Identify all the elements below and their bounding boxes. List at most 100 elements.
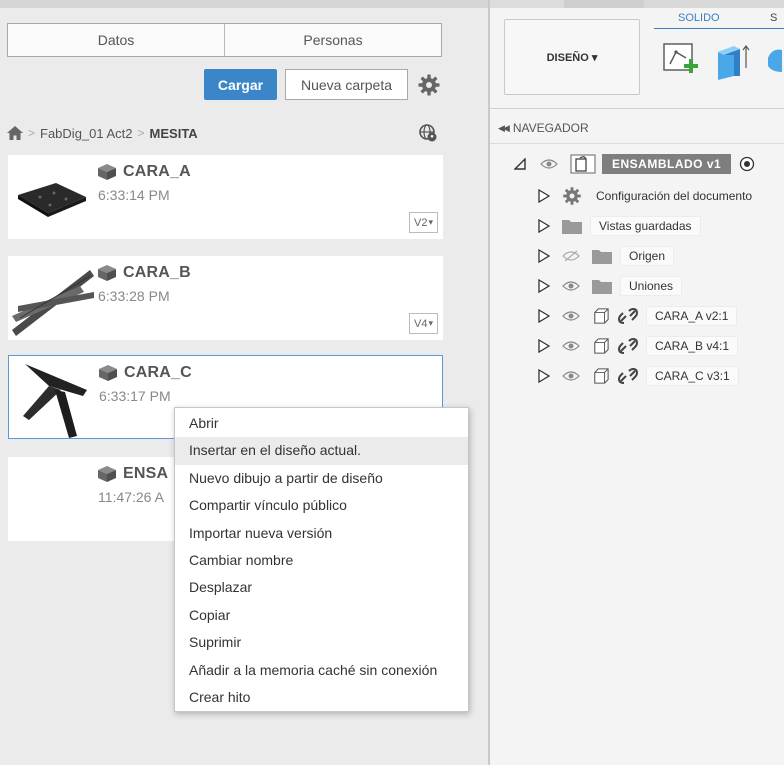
settings-gear-icon[interactable] <box>417 73 441 97</box>
menu-item-move[interactable]: Desplazar <box>175 574 468 601</box>
menu-item-offline-cache[interactable]: Añadir a la memoria caché sin conexión <box>175 657 468 684</box>
expand-triangle-icon[interactable] <box>538 189 550 203</box>
panel-tabs: Datos Personas <box>7 23 442 57</box>
component-cube-icon <box>98 164 116 180</box>
file-name: ENSA <box>123 465 169 482</box>
model-thumbnail <box>12 270 94 336</box>
file-name: CARA_B <box>123 264 191 281</box>
browser-item-label: Vistas guardadas <box>590 216 701 236</box>
home-icon[interactable] <box>7 126 23 140</box>
expand-triangle-icon[interactable] <box>538 219 550 233</box>
design-workspace: DISEÑO ▾ SOLIDO S ◀◀ NAVEGADOR ENSAMBLAD… <box>490 8 784 765</box>
gear-icon <box>563 187 581 205</box>
browser-item-label: Uniones <box>620 276 683 296</box>
browser-item-cara-c[interactable]: CARA_C v3:1 <box>538 364 739 388</box>
assembly-document-icon <box>570 154 596 174</box>
caret-down-icon: ▾ <box>428 217 433 227</box>
folder-icon <box>562 220 582 234</box>
menu-item-insert-into-design[interactable]: Insertar en el diseño actual. <box>175 437 468 465</box>
visibility-eye-icon[interactable] <box>562 370 580 382</box>
menu-item-share-public-link[interactable]: Compartir vínculo público <box>175 492 468 519</box>
browser-item-label: CARA_B v4:1 <box>646 336 739 356</box>
tab-personas[interactable]: Personas <box>224 24 441 56</box>
navigator-header[interactable]: ◀◀ NAVEGADOR <box>490 119 784 137</box>
root-node-label: ENSAMBLADO v1 <box>602 154 732 174</box>
browser-item-label: CARA_A v2:1 <box>646 306 738 326</box>
window-top-strip <box>0 0 784 8</box>
breadcrumb-chevron-icon: > <box>28 126 36 140</box>
model-thumbnail <box>23 364 87 438</box>
visibility-eye-icon[interactable] <box>562 280 580 292</box>
extrude-icon[interactable] <box>712 38 752 82</box>
tab-next[interactable]: S <box>770 12 777 24</box>
activate-radio-icon[interactable] <box>739 156 755 172</box>
expand-triangle-icon[interactable] <box>538 249 550 263</box>
upload-button[interactable]: Cargar <box>204 69 277 100</box>
globe-icon[interactable] <box>419 124 437 142</box>
tab-solid[interactable]: SOLIDO <box>678 12 720 24</box>
version-label: V2 <box>414 216 428 229</box>
browser-item-cara-a[interactable]: CARA_A v2:1 <box>538 304 738 328</box>
model-thumbnail <box>18 183 86 217</box>
component-box-icon <box>594 338 609 354</box>
breadcrumb-current-folder: MESITA <box>149 125 198 141</box>
expand-triangle-icon[interactable] <box>538 339 550 353</box>
navigator-title: NAVEGADOR <box>512 121 589 135</box>
link-icon <box>618 368 638 384</box>
version-label: V4 <box>414 317 428 330</box>
browser-item-saved-views[interactable]: Vistas guardadas <box>538 214 701 238</box>
menu-item-delete[interactable]: Suprimir <box>175 629 468 656</box>
hidden-eye-icon[interactable] <box>562 250 580 262</box>
browser-item-label: Configuración del documento <box>596 189 753 203</box>
file-timestamp: 6:33:14 PM <box>98 187 170 203</box>
file-timestamp: 6:33:17 PM <box>99 388 171 404</box>
tab-underline <box>654 28 784 29</box>
browser-item-cara-b[interactable]: CARA_B v4:1 <box>538 334 739 358</box>
file-timestamp: 11:47:26 A <box>98 489 164 505</box>
menu-item-open[interactable]: Abrir <box>175 410 468 437</box>
workspace-selector[interactable]: DISEÑO ▾ <box>504 19 640 95</box>
new-folder-button[interactable]: Nueva carpeta <box>285 69 408 100</box>
file-timestamp: 6:33:28 PM <box>98 288 170 304</box>
component-cube-icon <box>99 365 117 381</box>
folder-icon <box>592 250 612 264</box>
file-context-menu: Abrir Insertar en el diseño actual. Nuev… <box>174 407 469 712</box>
create-sketch-icon[interactable] <box>660 38 700 82</box>
component-box-icon <box>594 368 609 384</box>
expanded-triangle-icon[interactable] <box>514 158 526 170</box>
tab-datos[interactable]: Datos <box>8 24 224 56</box>
browser-root-node[interactable]: ENSAMBLADO v1 <box>514 152 755 176</box>
file-card-cara-a[interactable]: CARA_A 6:33:14 PM V2 ▾ <box>8 155 443 239</box>
navigator-divider <box>490 143 784 144</box>
version-dropdown[interactable]: V4 ▾ <box>409 313 438 334</box>
visibility-eye-icon[interactable] <box>562 310 580 322</box>
browser-item-origin[interactable]: Origen <box>538 244 675 268</box>
visibility-eye-icon[interactable] <box>562 340 580 352</box>
menu-item-rename[interactable]: Cambiar nombre <box>175 547 468 574</box>
browser-item-label: Origen <box>620 246 675 266</box>
expand-triangle-icon[interactable] <box>538 369 550 383</box>
browser-item-joints[interactable]: Uniones <box>538 274 683 298</box>
breadcrumb-project[interactable]: FabDig_01 Act2 <box>40 126 133 141</box>
browser-item-label: CARA_C v3:1 <box>646 366 739 386</box>
folder-icon <box>592 280 612 294</box>
visibility-eye-icon[interactable] <box>540 158 558 170</box>
ribbon-toolbar: DISEÑO ▾ SOLIDO S <box>490 8 784 109</box>
file-name: CARA_A <box>123 163 191 180</box>
breadcrumb: > FabDig_01 Act2 > MESITA <box>7 124 198 142</box>
file-card-cara-b[interactable]: CARA_B 6:33:28 PM V4 ▾ <box>8 256 443 340</box>
browser-item-document-settings[interactable]: Configuración del documento <box>538 184 760 208</box>
expand-triangle-icon[interactable] <box>538 309 550 323</box>
breadcrumb-chevron-icon: > <box>137 126 145 140</box>
revolve-icon[interactable] <box>758 38 784 82</box>
version-dropdown[interactable]: V2 ▾ <box>409 212 438 233</box>
link-icon <box>618 308 638 324</box>
menu-item-import-new-version[interactable]: Importar nueva versión <box>175 520 468 547</box>
expand-triangle-icon[interactable] <box>538 279 550 293</box>
menu-item-copy[interactable]: Copiar <box>175 602 468 629</box>
component-cube-icon <box>98 265 116 281</box>
collapse-arrows-icon[interactable]: ◀◀ <box>498 123 510 134</box>
menu-item-create-milestone[interactable]: Crear hito <box>175 684 468 711</box>
menu-item-new-drawing[interactable]: Nuevo dibujo a partir de diseño <box>175 465 468 492</box>
file-name: CARA_C <box>124 364 192 381</box>
